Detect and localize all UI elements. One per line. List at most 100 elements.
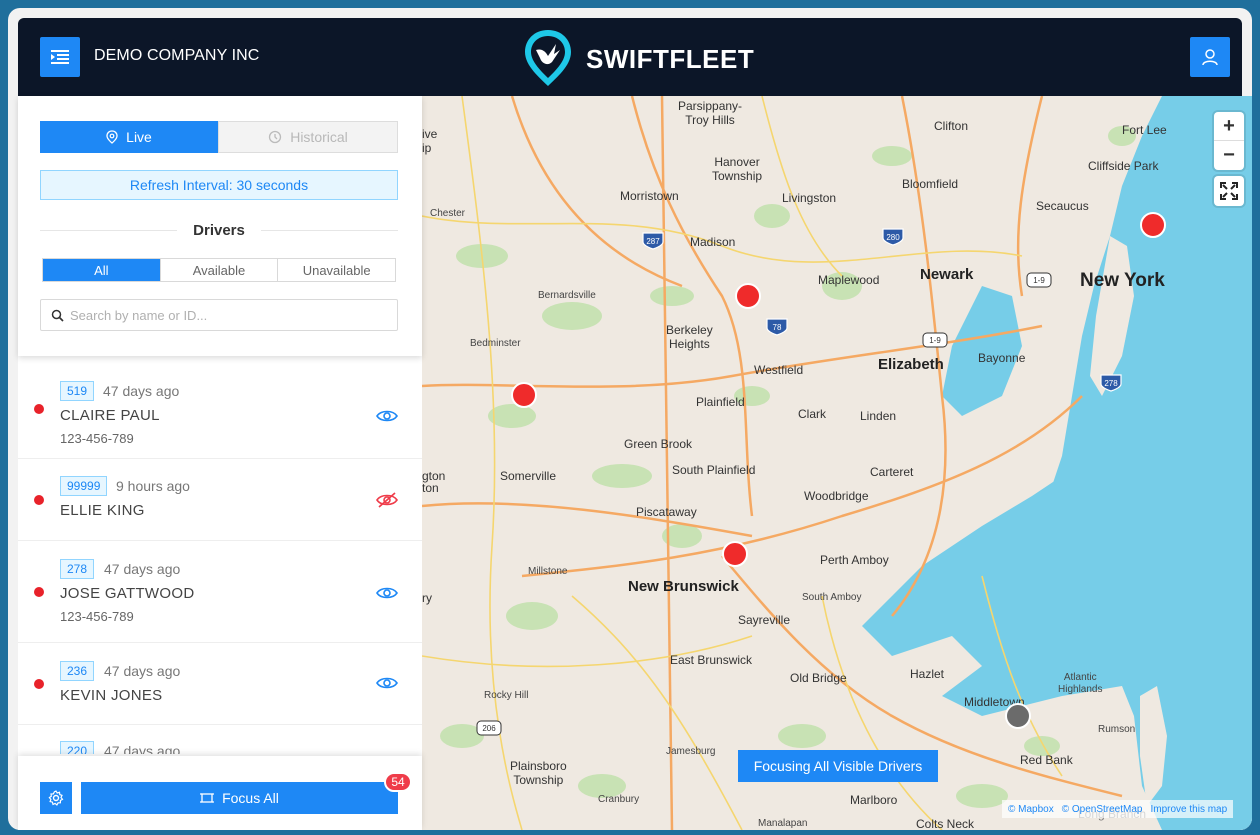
map-place-label: ry — [422, 591, 432, 605]
brand-name: SWIFTFLEET — [586, 44, 755, 74]
driver-row[interactable]: 236 47 days ago KEVIN JONES — [18, 643, 422, 725]
mapbox-link[interactable]: © Mapbox — [1008, 804, 1054, 815]
driver-id-tag: 220 — [60, 741, 95, 754]
map-place-label: Somerville — [500, 469, 557, 483]
map-place-label: South Amboy — [802, 592, 862, 603]
historical-mode-label: Historical — [290, 129, 348, 145]
map-place-label: Elizabeth — [878, 356, 944, 373]
map-place-label: Perth Amboy — [820, 553, 889, 567]
driver-row[interactable]: 519 47 days ago CLAIRE PAUL 123-456-789 — [18, 364, 422, 459]
interstate-280-shield: 280 — [882, 228, 904, 246]
last-seen: 47 days ago — [103, 383, 180, 399]
settings-button[interactable] — [40, 782, 72, 814]
shield-label: 78 — [773, 323, 782, 332]
last-seen: 9 hours ago — [116, 478, 190, 494]
driver-marker[interactable] — [511, 382, 537, 408]
map-place-label: Hanover Township — [712, 155, 763, 183]
fullscreen-button[interactable] — [1214, 176, 1244, 206]
eye-icon[interactable] — [376, 408, 398, 424]
live-mode-button[interactable]: Live — [40, 121, 218, 153]
map-place-label: Fort Lee — [1122, 123, 1167, 137]
map-place-label: Berkeley Heights — [666, 323, 713, 351]
map-place-label: Cranbury — [598, 794, 640, 805]
driver-phone: 123-456-789 — [60, 609, 134, 624]
focus-status-toast: Focusing All Visible Drivers — [738, 750, 938, 782]
shield-label: 1-9 — [929, 336, 941, 345]
driver-marker-idle[interactable] — [1005, 703, 1031, 729]
route-1-9-shield: 1-9 — [922, 332, 948, 348]
route-1-9-shield: 1-9 — [1026, 272, 1052, 288]
driver-row[interactable]: 220 47 days ago — [18, 725, 422, 754]
driver-name: ELLIE KING — [60, 502, 145, 519]
location-pin-icon — [106, 130, 118, 144]
map-place-label: Chester — [430, 208, 466, 219]
focus-all-button[interactable]: Focus All — [81, 782, 398, 814]
map-attribution: © Mapbox © OpenStreetMap Improve this ma… — [1002, 800, 1234, 818]
map-place-label: Colts Neck — [916, 817, 975, 830]
map-place-label: Millstone — [528, 566, 568, 577]
map-place-label: Woodbridge — [804, 489, 869, 503]
driver-row[interactable]: 99999 9 hours ago ELLIE KING — [18, 459, 422, 541]
map-place-label: Secaucus — [1036, 199, 1089, 213]
search-input[interactable] — [70, 307, 370, 323]
map-place-label: Morristown — [620, 189, 679, 203]
user-icon — [1202, 49, 1218, 66]
driver-marker[interactable] — [735, 283, 761, 309]
sidebar-controls: Live Historical Refresh Interval: 30 sec… — [18, 96, 422, 356]
map-place-label: Hazlet — [910, 667, 945, 681]
sidebar-footer: Focus All 54 — [18, 756, 422, 830]
zoom-control: + − — [1214, 112, 1244, 170]
historical-mode-button[interactable]: Historical — [218, 121, 398, 153]
improve-map-link[interactable]: Improve this map — [1150, 804, 1227, 815]
map-place-label: Bayonne — [978, 351, 1026, 365]
drivers-heading: Drivers — [40, 220, 399, 240]
menu-toggle-button[interactable] — [40, 37, 80, 77]
filter-tab-unavailable[interactable]: Unavailable — [277, 259, 395, 281]
filter-tab-all[interactable]: All — [43, 259, 160, 281]
driver-name: JOSE GATTWOOD — [60, 585, 195, 602]
driver-count-badge: 54 — [384, 772, 412, 792]
live-mode-label: Live — [126, 129, 152, 145]
menu-fold-icon — [51, 50, 69, 64]
map-place-label: Bloomfield — [902, 177, 959, 191]
eye-hidden-icon[interactable] — [376, 492, 398, 508]
status-dot — [34, 679, 44, 689]
eye-icon[interactable] — [376, 675, 398, 691]
map-place-label: Atlantic Highlands — [1058, 672, 1103, 695]
driver-phone: 123-456-789 — [60, 431, 134, 446]
driver-search — [40, 299, 398, 331]
filter-tab-available[interactable]: Available — [159, 259, 278, 281]
map-place-label: Cliffside Park — [1088, 159, 1159, 173]
shield-label: 278 — [1104, 379, 1118, 388]
sidebar: Live Historical Refresh Interval: 30 sec… — [18, 96, 422, 830]
map-place-label: Maplewood — [818, 273, 880, 287]
driver-id-tag: 278 — [60, 559, 95, 579]
driver-name: CLAIRE PAUL — [60, 407, 160, 424]
driver-id-tag: 236 — [60, 661, 95, 681]
map-place-label: Old Bridge — [790, 671, 847, 685]
shield-label: 280 — [886, 233, 900, 242]
map-place-label: Bedminster — [470, 338, 521, 349]
driver-id-tag: 99999 — [60, 476, 108, 496]
driver-marker[interactable] — [722, 541, 748, 567]
last-seen: 47 days ago — [104, 663, 181, 679]
search-icon — [51, 309, 64, 322]
top-bar: DEMO COMPANY INC SWIFTFLEET — [18, 18, 1242, 104]
osm-link[interactable]: © OpenStreetMap — [1062, 804, 1143, 815]
driver-marker[interactable] — [1140, 212, 1166, 238]
status-dot — [34, 495, 44, 505]
history-icon — [269, 130, 282, 144]
route-206-shield: 206 — [476, 720, 502, 736]
map-place-label: Bernardsville — [538, 290, 596, 301]
map-place-label: Clifton — [934, 119, 969, 133]
driver-id-tag: 519 — [60, 381, 95, 401]
map-view[interactable]: 287 280 78 1-9 1-9 278 206 ive ip Parsip… — [422, 96, 1252, 830]
map-place-label: Rumson — [1098, 724, 1136, 735]
zoom-out-button[interactable]: − — [1214, 141, 1244, 170]
eye-icon[interactable] — [376, 585, 398, 601]
zoom-in-button[interactable]: + — [1214, 112, 1244, 141]
user-account-button[interactable] — [1190, 37, 1230, 77]
brand-logo: SWIFTFLEET — [522, 28, 782, 88]
driver-list[interactable]: 519 47 days ago CLAIRE PAUL 123-456-789 … — [18, 364, 422, 754]
driver-row[interactable]: 278 47 days ago JOSE GATTWOOD 123-456-78… — [18, 541, 422, 643]
